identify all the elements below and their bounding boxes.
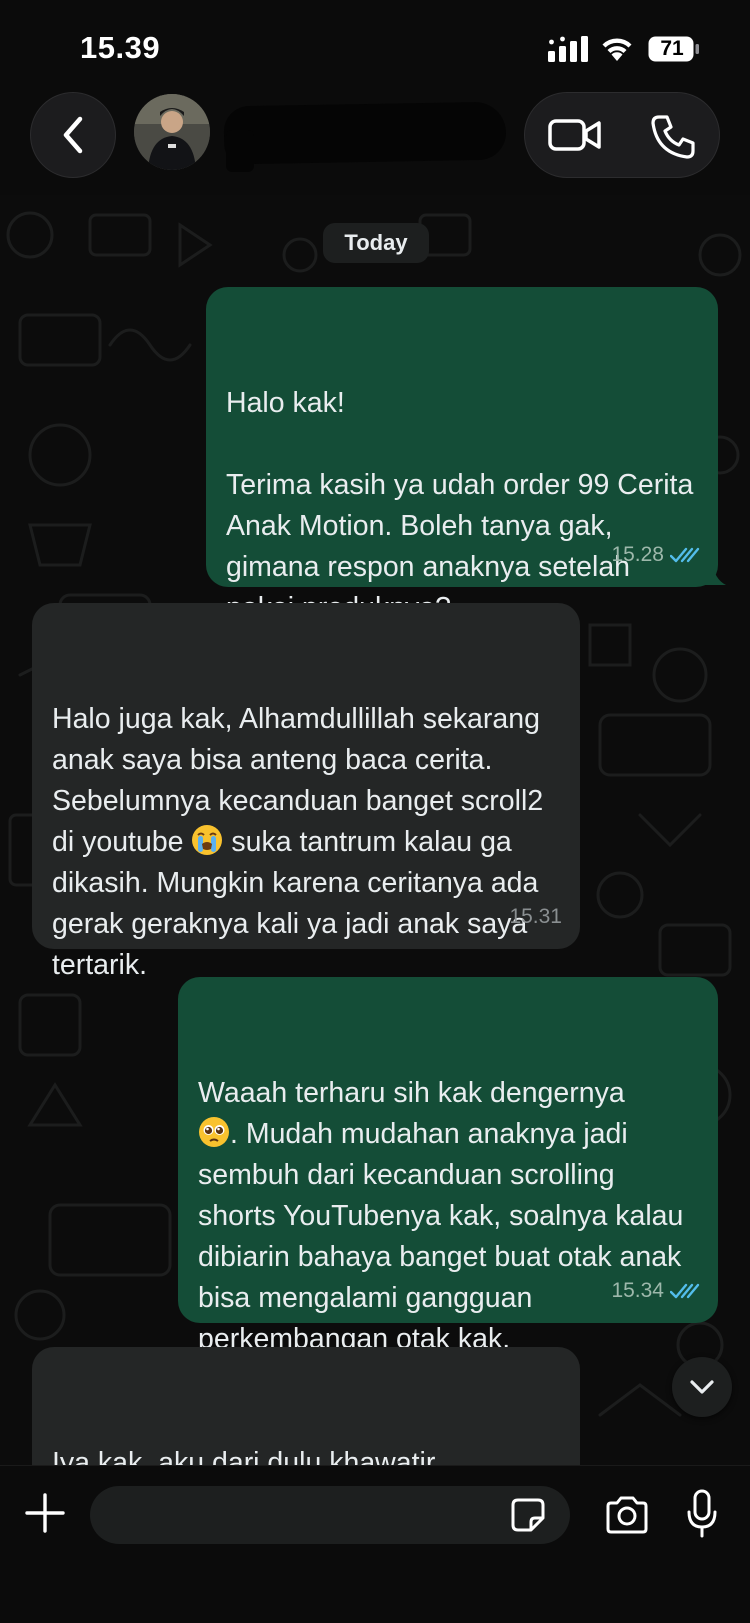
status-bar: 15.39 71 (0, 0, 750, 90)
avatar-photo (134, 94, 210, 170)
message-meta: 15.28 (611, 534, 700, 575)
message-time: 15.31 (509, 905, 562, 928)
video-call-icon[interactable] (547, 113, 603, 157)
message-text-part: Waaah terharu sih kak dengernya (198, 1077, 625, 1109)
contact-avatar[interactable] (134, 94, 210, 170)
sticker-icon[interactable] (510, 1497, 546, 1533)
message-input-bar (0, 1465, 750, 1623)
redacted-contact-name[interactable] (223, 101, 507, 165)
message-bubble-outgoing[interactable]: Halo kak! Terima kasih ya udah order 99 … (206, 287, 718, 624)
call-buttons-group (524, 92, 720, 178)
read-ticks-icon (670, 547, 700, 562)
message-text: Halo juga kak, Alhamdullillah sekarang a… (52, 699, 560, 986)
loudly-crying-face-emoji (192, 825, 223, 855)
voice-call-icon[interactable] (649, 113, 697, 161)
camera-icon[interactable] (604, 1495, 650, 1535)
message-bubble-incoming[interactable]: Iya kak, aku dari dulu khawatir banget s… (32, 1347, 580, 1465)
chevron-down-icon (690, 1380, 714, 1394)
message-bubble-incoming[interactable]: Halo juga kak, Alhamdullillah sekarang a… (32, 603, 580, 981)
plus-icon[interactable] (24, 1492, 66, 1534)
message-meta: 15.34 (611, 1270, 700, 1311)
scroll-to-bottom-button[interactable] (672, 1357, 732, 1417)
message-time: 15.28 (611, 543, 664, 566)
microphone-icon[interactable] (686, 1488, 718, 1540)
wifi-icon (602, 38, 632, 61)
bubble-tail (704, 561, 726, 585)
cellular-signal-icon (548, 36, 588, 62)
date-chip: Today (323, 223, 429, 263)
message-input[interactable] (90, 1486, 570, 1544)
chevron-left-icon (63, 116, 83, 154)
message-time: 15.34 (611, 1279, 664, 1302)
chat-header (0, 90, 750, 195)
message-meta: 15.31 (509, 896, 562, 937)
chat-area[interactable]: Today Halo kak! Terima kasih ya udah ord… (0, 195, 750, 1465)
redacted-mark (226, 130, 254, 172)
message-text: Iya kak, aku dari dulu khawatir banget s… (52, 1447, 436, 1465)
message-text: Halo kak! Terima kasih ya udah order 99 … (226, 387, 694, 624)
back-button[interactable] (30, 92, 116, 178)
read-ticks-icon (670, 1283, 700, 1298)
message-text: Waaah terharu sih kak dengernya . Mudah … (198, 1073, 698, 1360)
battery-level: 71 (660, 37, 684, 60)
status-time: 15.39 (80, 30, 161, 65)
message-text-part: . Mudah mudahan anaknya jadi sembuh dari… (198, 1118, 692, 1355)
pleading-face-emoji (199, 1117, 229, 1147)
message-bubble-outgoing[interactable]: Waaah terharu sih kak dengernya . Mudah … (178, 977, 718, 1355)
